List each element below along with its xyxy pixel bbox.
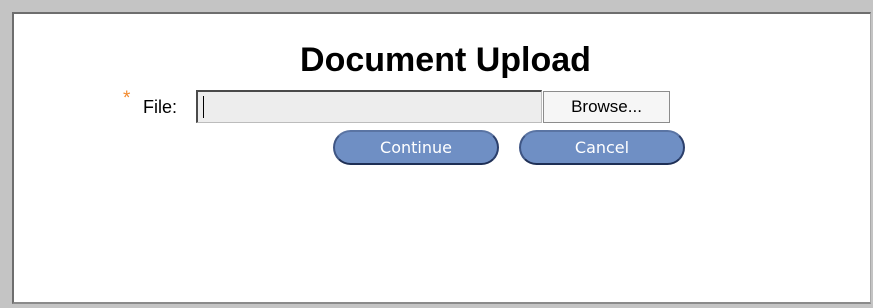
browse-button[interactable]: Browse...: [543, 91, 670, 123]
upload-dialog: Document Upload * File: Browse... Contin…: [12, 12, 871, 304]
file-label: File:: [143, 97, 178, 117]
text-caret: [203, 96, 204, 118]
continue-button[interactable]: Continue: [333, 130, 499, 165]
page-title: Document Upload: [300, 41, 591, 79]
file-path-input[interactable]: [196, 90, 542, 123]
cancel-button[interactable]: Cancel: [519, 130, 685, 165]
required-marker: *: [123, 88, 131, 109]
